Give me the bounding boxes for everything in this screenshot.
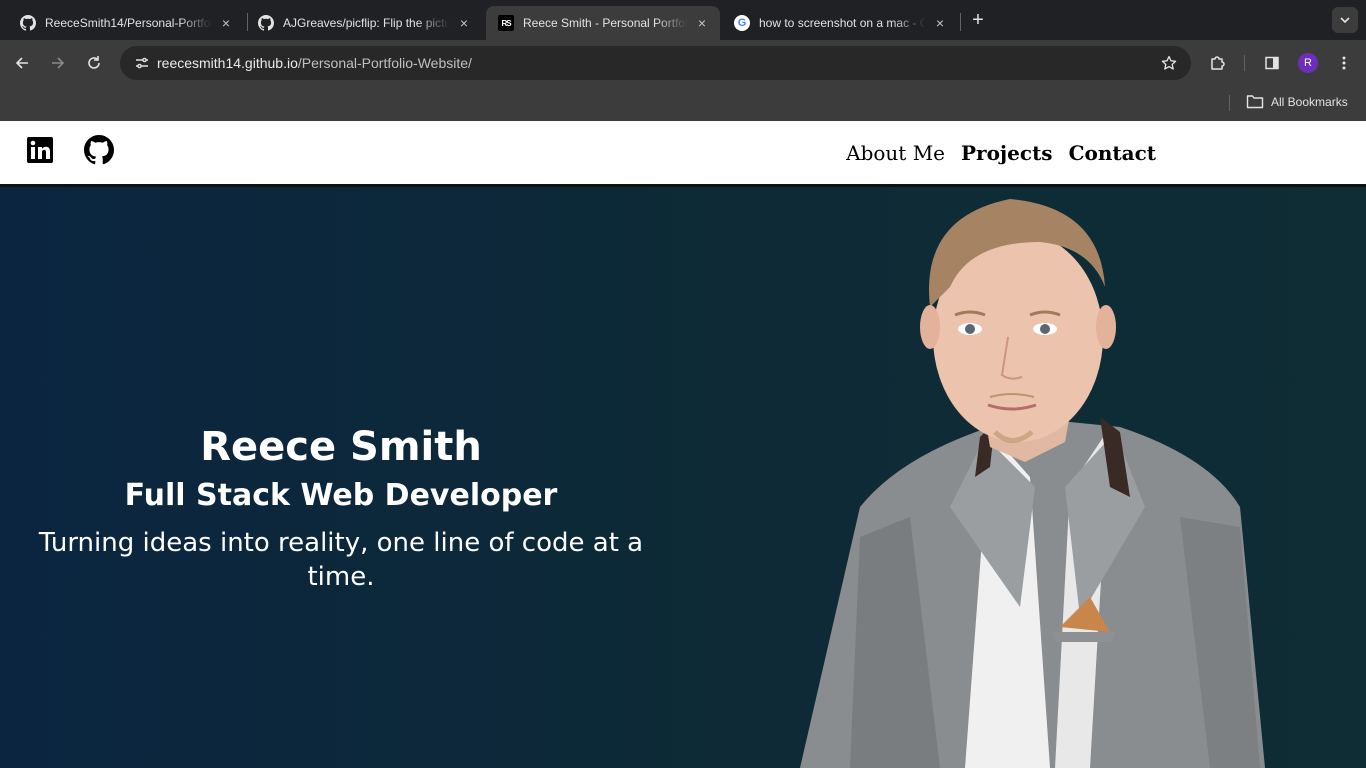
folder-icon <box>1246 95 1264 109</box>
hero-name: Reece Smith <box>200 424 482 470</box>
bookmark-star-button[interactable] <box>1157 51 1181 75</box>
bookmarks-bar: All Bookmarks <box>0 86 1366 121</box>
forward-button[interactable] <box>44 49 72 77</box>
chevron-down-icon <box>1340 17 1350 24</box>
hero-tagline: Turning ideas into reality, one line of … <box>38 528 644 592</box>
side-panel-button[interactable] <box>1258 49 1286 77</box>
site-info-button[interactable] <box>128 49 156 77</box>
hero-role: Full Stack Web Developer <box>124 478 558 513</box>
arrow-left-icon <box>15 57 28 69</box>
tab-title: how to screenshot on a mac - Google Sear… <box>759 16 926 30</box>
tab-title: AJGreaves/picflip: Flip the picture <box>283 16 450 30</box>
url-host: reecesmith14.github.io <box>157 55 298 71</box>
nav-link-about-me[interactable]: About Me <box>846 141 945 165</box>
github-icon[interactable] <box>84 135 114 165</box>
profile-avatar[interactable]: R <box>1298 53 1318 73</box>
tab-title: ReeceSmith14/Personal-Portfolio-Website <box>45 16 212 30</box>
browser-tab-1[interactable]: ReeceSmith14/Personal-Portfolio-Website … <box>8 6 244 40</box>
tab-title: Reece Smith - Personal Portfolio <box>523 16 688 30</box>
tab-search-button[interactable] <box>1332 7 1358 33</box>
browser-tab-4[interactable]: G how to screenshot on a mac - Google Se… <box>722 6 958 40</box>
portrait-photo <box>800 199 1265 768</box>
star-icon <box>1161 55 1177 70</box>
web-page: About Me Projects Contact Reece Smith Fu… <box>0 121 1366 768</box>
browser-toolbar: reecesmith14.github.io/Personal-Portfoli… <box>0 40 1366 86</box>
address-bar[interactable]: reecesmith14.github.io/Personal-Portfoli… <box>120 46 1191 80</box>
browser-tab-2[interactable]: AJGreaves/picflip: Flip the picture × <box>246 6 482 40</box>
new-tab-button[interactable]: + <box>966 8 990 32</box>
toolbar-divider <box>1244 55 1245 71</box>
arrow-right-icon <box>52 57 65 69</box>
hero-section: Reece Smith Full Stack Web Developer Tur… <box>0 187 1366 768</box>
close-tab-icon[interactable]: × <box>694 15 710 31</box>
extensions-button[interactable] <box>1204 49 1232 77</box>
site-navbar: About Me Projects Contact <box>0 121 1366 187</box>
reload-button[interactable] <box>80 49 108 77</box>
bookmarks-divider <box>1229 95 1230 111</box>
linkedin-icon[interactable] <box>25 135 55 165</box>
more-vert-icon <box>1342 56 1346 70</box>
browser-tab-3-active[interactable]: RS Reece Smith - Personal Portfolio × <box>486 6 720 40</box>
all-bookmarks-button[interactable]: All Bookmarks <box>1246 94 1348 109</box>
url-text[interactable]: reecesmith14.github.io/Personal-Portfoli… <box>157 55 472 71</box>
close-tab-icon[interactable]: × <box>218 15 234 31</box>
puzzle-icon <box>1211 56 1225 70</box>
back-button[interactable] <box>8 49 36 77</box>
chrome-menu-button[interactable] <box>1330 49 1358 77</box>
reload-icon <box>88 56 100 69</box>
url-path: /Personal-Portfolio-Website/ <box>297 55 472 71</box>
github-icon <box>20 15 36 31</box>
side-panel-icon <box>1265 56 1279 70</box>
site-nav-links: About Me Projects Contact <box>846 141 1156 165</box>
tab-strip: ReeceSmith14/Personal-Portfolio-Website … <box>0 0 1366 40</box>
rs-logo-icon: RS <box>498 15 514 31</box>
tab-separator <box>960 13 961 31</box>
close-tab-icon[interactable]: × <box>456 15 472 31</box>
all-bookmarks-label: All Bookmarks <box>1271 94 1348 109</box>
google-icon: G <box>734 15 750 31</box>
nav-link-projects[interactable]: Projects <box>961 141 1053 165</box>
hero-text: Reece Smith Full Stack Web Developer Tur… <box>20 422 662 594</box>
nav-link-contact[interactable]: Contact <box>1069 141 1156 165</box>
github-icon <box>258 15 274 31</box>
close-tab-icon[interactable]: × <box>932 15 948 31</box>
tune-icon <box>136 57 148 69</box>
